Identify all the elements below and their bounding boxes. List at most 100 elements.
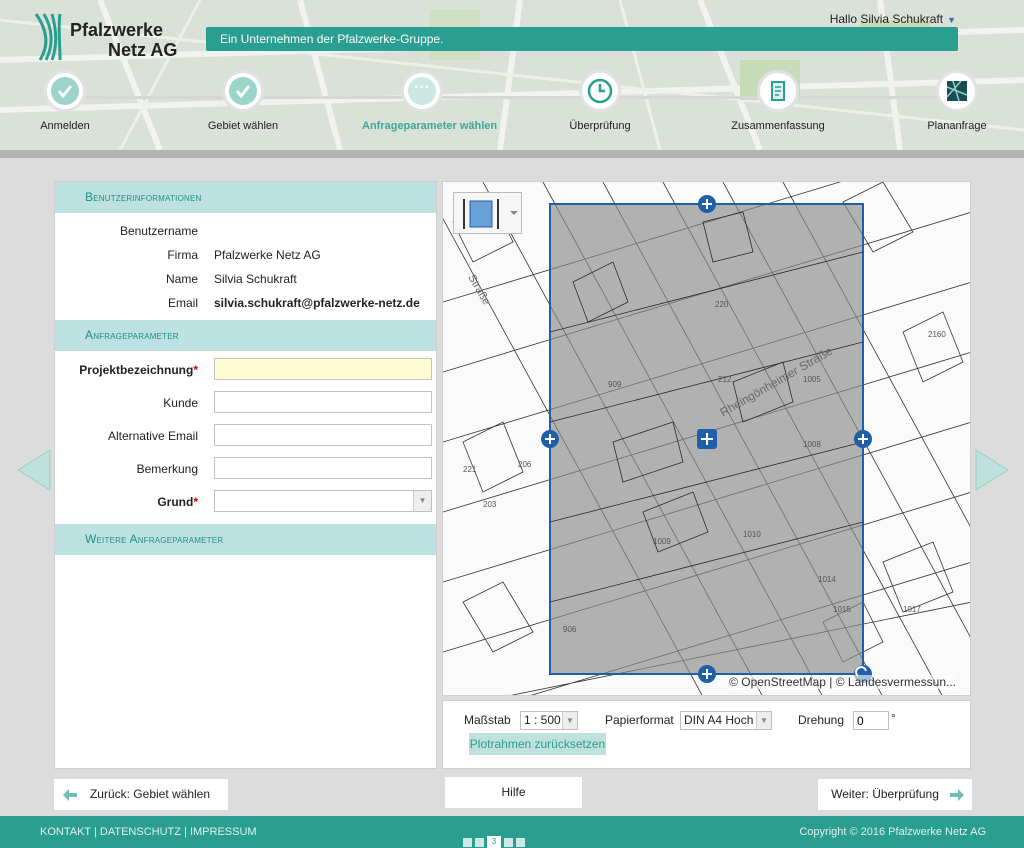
map-icon bbox=[946, 80, 968, 102]
cadastral-map: 220 909 212 1005 1008 1010 1014 1015 101… bbox=[443, 182, 970, 695]
page-dot[interactable] bbox=[504, 837, 513, 847]
svg-text:1010: 1010 bbox=[743, 530, 761, 539]
map-view[interactable]: 220 909 212 1005 1008 1010 1014 1015 101… bbox=[442, 181, 971, 696]
alternative-email-input[interactable] bbox=[214, 424, 432, 446]
page-dot-current[interactable]: 3 bbox=[487, 836, 501, 848]
step-label: Anfrageparameter wählen bbox=[362, 120, 498, 132]
svg-text:221: 221 bbox=[463, 465, 477, 474]
arrow-left-icon bbox=[63, 789, 77, 801]
step-plananfrage[interactable]: Plananfrage bbox=[897, 70, 1017, 132]
logo-text-line1: Pfalzwerke bbox=[70, 20, 164, 40]
reset-plot-frame-button[interactable]: Plotrahmen zurücksetzen bbox=[469, 733, 606, 755]
field-row: Bemerkung bbox=[55, 452, 436, 485]
step-label: Gebiet wählen bbox=[207, 120, 279, 132]
scale-select[interactable]: 1 : 500 ▼ bbox=[520, 711, 578, 730]
field-label: Bemerkung bbox=[136, 462, 198, 476]
field-row: Kunde bbox=[55, 386, 436, 419]
resize-handle-left-icon[interactable] bbox=[541, 430, 559, 448]
field-row: Projektbezeichnung* bbox=[55, 353, 436, 386]
move-handle-icon[interactable] bbox=[697, 429, 717, 449]
copyright: Copyright © 2016 Pfalzwerke Netz AG bbox=[799, 826, 986, 838]
resize-handle-bottom-icon[interactable] bbox=[698, 665, 716, 683]
step-label: Zusammenfassung bbox=[731, 120, 825, 132]
degree-unit: ° bbox=[891, 711, 896, 725]
back-button[interactable]: Zurück: Gebiet wählen bbox=[54, 779, 228, 810]
form-panel: Benutzerinformationen Benutzername Firma… bbox=[54, 181, 437, 769]
document-icon bbox=[771, 81, 785, 101]
map-controls: Maßstab 1 : 500 ▼ Papierformat DIN A4 Hoc… bbox=[442, 700, 971, 769]
scale-label: Maßstab bbox=[464, 713, 511, 727]
svg-text:1009: 1009 bbox=[653, 537, 671, 546]
header: Pfalzwerke Netz AG Ein Unternehmen der P… bbox=[0, 0, 1024, 150]
chevron-down-icon: ▼ bbox=[562, 712, 577, 729]
page-indicator: 3 bbox=[463, 826, 528, 848]
svg-text:2160: 2160 bbox=[928, 330, 946, 339]
resize-handle-right-icon[interactable] bbox=[854, 430, 872, 448]
plot-frame-tool[interactable] bbox=[453, 192, 522, 234]
step-anmelden[interactable]: Anmelden bbox=[5, 70, 125, 132]
map-attribution[interactable]: © OpenStreetMap | © Landesvermessun... bbox=[729, 675, 956, 689]
header-divider bbox=[0, 150, 1024, 158]
paper-format-select[interactable]: DIN A4 Hoch ▼ bbox=[680, 711, 772, 730]
page-dot[interactable] bbox=[475, 837, 484, 847]
field-label: Alternative Email bbox=[107, 429, 198, 443]
svg-text:203: 203 bbox=[483, 500, 497, 509]
resize-handle-top-icon[interactable] bbox=[698, 195, 716, 213]
page-dot[interactable] bbox=[516, 837, 525, 847]
svg-text:1005: 1005 bbox=[803, 375, 821, 384]
svg-text:1015: 1015 bbox=[833, 605, 851, 614]
ellipsis-icon: ··· bbox=[408, 77, 436, 105]
back-button-label: Zurück: Gebiet wählen bbox=[89, 787, 211, 801]
field-row: Alternative Email bbox=[55, 419, 436, 452]
svg-text:220: 220 bbox=[715, 300, 729, 309]
page-dot[interactable] bbox=[463, 837, 472, 847]
user-menu[interactable]: Hallo Silvia Schukraft ▼ bbox=[830, 12, 956, 26]
step-label: Überprüfung bbox=[569, 120, 631, 132]
userinfo-key: Firma bbox=[167, 248, 198, 262]
next-arrow-icon[interactable] bbox=[974, 448, 1010, 492]
svg-text:1017: 1017 bbox=[903, 605, 921, 614]
userinfo-row: Benutzername bbox=[55, 219, 436, 243]
clock-icon bbox=[587, 78, 613, 104]
step-anfrageparameter[interactable]: ··· Anfrageparameter wählen bbox=[362, 70, 498, 132]
rotation-label: Drehung bbox=[798, 713, 845, 727]
footer: KONTAKT | DATENSCHUTZ | IMPRESSUM 3 Copy… bbox=[0, 816, 1024, 848]
chevron-down-icon: ▼ bbox=[413, 491, 431, 511]
step-gebiet[interactable]: Gebiet wählen bbox=[183, 70, 303, 132]
next-button[interactable]: Weiter: Überprüfung bbox=[818, 779, 972, 810]
grund-select[interactable]: ▼ bbox=[214, 490, 432, 512]
svg-text:1014: 1014 bbox=[818, 575, 836, 584]
section-header-userinfo: Benutzerinformationen bbox=[55, 182, 436, 213]
logo-mark-icon bbox=[34, 13, 62, 61]
step-ueberpruefung[interactable]: Überprüfung bbox=[540, 70, 660, 132]
chevron-down-icon: ▼ bbox=[756, 712, 771, 729]
step-label: Plananfrage bbox=[927, 120, 987, 132]
rotation-input[interactable] bbox=[853, 711, 889, 730]
pfalzwerke-logo[interactable]: Pfalzwerke Netz AG bbox=[30, 10, 200, 64]
arrow-right-icon bbox=[950, 789, 964, 801]
svg-text:909: 909 bbox=[608, 380, 622, 389]
group-banner: Ein Unternehmen der Pfalzwerke-Gruppe. bbox=[206, 27, 958, 51]
progress-steps: Anmelden Gebiet wählen ··· Anfrageparame… bbox=[0, 70, 1024, 140]
logo-text-line2: Netz AG bbox=[108, 40, 178, 60]
userinfo-row: Email silvia.schukraft@pfalzwerke-netz.de bbox=[55, 291, 436, 315]
step-zusammenfassung[interactable]: Zusammenfassung bbox=[718, 70, 838, 132]
paper-format-label: Papierformat bbox=[605, 713, 674, 727]
help-button[interactable]: Hilfe bbox=[445, 777, 582, 808]
footer-links[interactable]: KONTAKT | DATENSCHUTZ | IMPRESSUM bbox=[40, 816, 257, 848]
svg-text:1008: 1008 bbox=[803, 440, 821, 449]
userinfo-key: Benutzername bbox=[119, 224, 198, 238]
userinfo-value: Silvia Schukraft bbox=[214, 272, 297, 286]
step-label: Anmelden bbox=[40, 120, 90, 132]
section-header-more-params: Weitere Anfrageparameter bbox=[55, 524, 436, 555]
userinfo-value: silvia.schukraft@pfalzwerke-netz.de bbox=[214, 296, 420, 310]
projektbezeichnung-input[interactable] bbox=[214, 358, 432, 380]
kunde-input[interactable] bbox=[214, 391, 432, 413]
field-label: Grund* bbox=[157, 495, 198, 509]
svg-text:906: 906 bbox=[563, 625, 577, 634]
userinfo-row: Firma Pfalzwerke Netz AG bbox=[55, 243, 436, 267]
previous-arrow-icon[interactable] bbox=[16, 448, 52, 492]
field-row: Grund* ▼ bbox=[55, 485, 436, 518]
userinfo-key: Name bbox=[165, 272, 198, 286]
bemerkung-input[interactable] bbox=[214, 457, 432, 479]
